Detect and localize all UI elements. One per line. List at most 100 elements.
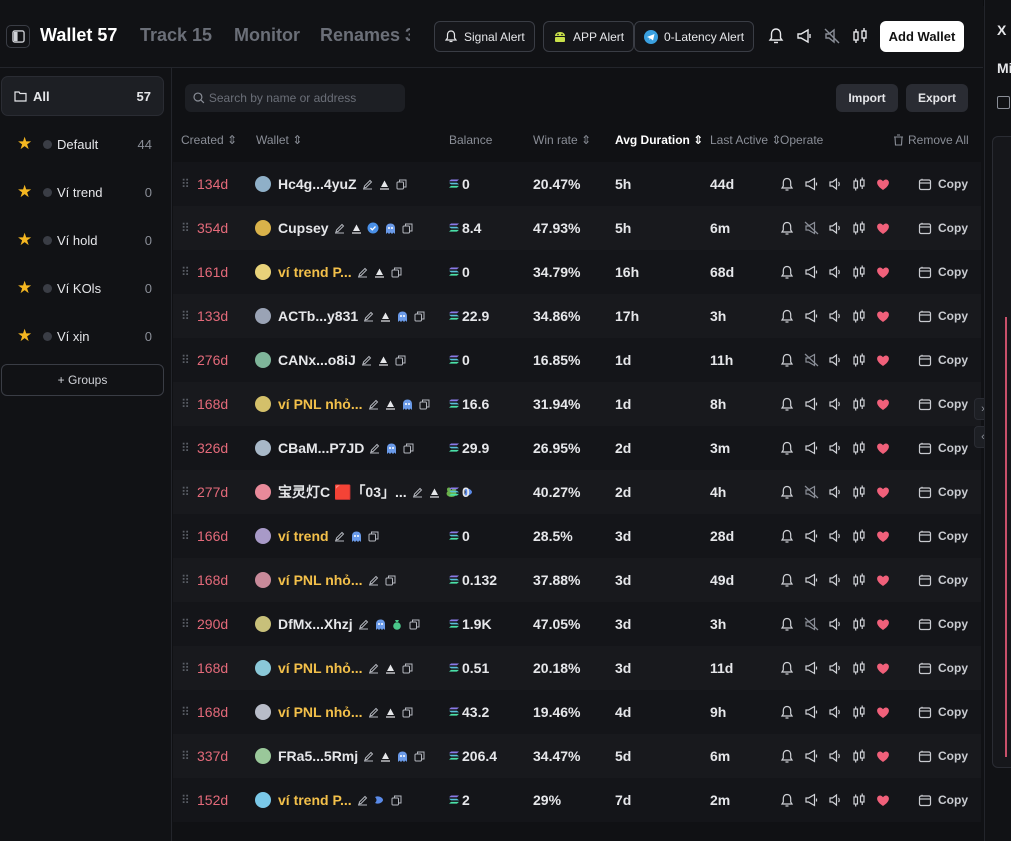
megaphone-icon[interactable] xyxy=(803,176,819,192)
heart-icon[interactable] xyxy=(875,308,891,324)
bell-icon[interactable] xyxy=(779,792,795,808)
wallet-name[interactable]: Cupsey xyxy=(278,220,329,236)
table-row[interactable]: ⠿ 168d ví PNL nhỏ... 0.51 20.18% 3d 11d Copy xyxy=(173,646,981,690)
candlestick-icon[interactable] xyxy=(851,528,867,544)
bell-icon[interactable] xyxy=(779,748,795,764)
copy-button[interactable]: Copy xyxy=(918,778,968,822)
wallet-cell[interactable]: ví PNL nhỏ... xyxy=(255,382,431,426)
table-row[interactable]: ⠿ 337d FRa5...5Rmj 206.4 34.47% 5d 6m Copy xyxy=(173,734,981,778)
wallet-cell[interactable]: 宝灵灯C 🟥「03」... xyxy=(255,470,475,514)
bell-icon[interactable] xyxy=(779,616,795,632)
copy-button[interactable]: Copy xyxy=(918,558,968,602)
star-icon[interactable]: ★ xyxy=(17,182,33,202)
speaker-icon[interactable] xyxy=(827,528,843,544)
wallet-cell[interactable]: ví PNL nhỏ... xyxy=(255,558,397,602)
sidebar-group-item[interactable]: ★ Ví trend 0 xyxy=(0,172,164,212)
copy-button[interactable]: Copy xyxy=(918,514,968,558)
star-icon[interactable]: ★ xyxy=(17,326,33,346)
wallet-name[interactable]: CANx...o8iJ xyxy=(278,352,356,368)
wallet-cell[interactable]: ACTb...y831 xyxy=(255,294,426,338)
heart-icon[interactable] xyxy=(875,792,891,808)
copy-address-icon[interactable] xyxy=(395,178,408,191)
copy-button[interactable]: Copy xyxy=(918,470,968,514)
candlestick-icon[interactable] xyxy=(851,616,867,632)
copy-address-icon[interactable] xyxy=(394,354,407,367)
candlestick-icon[interactable] xyxy=(851,352,867,368)
search-input[interactable] xyxy=(208,91,397,105)
copy-address-icon[interactable] xyxy=(402,442,415,455)
table-row[interactable]: ⠿ 152d ví trend P... 2 29% 7d 2m Copy xyxy=(173,778,981,822)
wallet-name[interactable]: DfMx...Xhzj xyxy=(278,616,353,632)
bell-icon[interactable] xyxy=(767,27,785,45)
table-row[interactable]: ⠿ 277d 宝灵灯C 🟥「03」... 0 40.27% 2d 4h Copy xyxy=(173,470,981,514)
add-wallet-button[interactable]: Add Wallet xyxy=(880,21,964,52)
header-win-rate[interactable]: Win rate ⇕ xyxy=(533,133,591,147)
export-button[interactable]: Export xyxy=(906,84,968,112)
drag-handle-icon[interactable]: ⠿ xyxy=(181,250,190,294)
copy-button[interactable]: Copy xyxy=(918,426,968,470)
signal-alert-button[interactable]: Signal Alert xyxy=(434,21,535,52)
table-row[interactable]: ⠿ 290d DfMx...Xhzj 1.9K 47.05% 3d 3h Copy xyxy=(173,602,981,646)
sidebar-group-item[interactable]: ★ Ví KOls 0 xyxy=(0,268,164,308)
copy-button[interactable]: Copy xyxy=(918,734,968,778)
megaphone-muted-icon[interactable] xyxy=(803,616,819,632)
speaker-icon[interactable] xyxy=(827,616,843,632)
copy-address-icon[interactable] xyxy=(401,222,414,235)
bell-icon[interactable] xyxy=(779,704,795,720)
bell-icon[interactable] xyxy=(779,352,795,368)
heart-icon[interactable] xyxy=(875,660,891,676)
megaphone-icon[interactable] xyxy=(795,27,813,45)
heart-icon[interactable] xyxy=(875,616,891,632)
wallet-cell[interactable]: ví trend P... xyxy=(255,778,403,822)
megaphone-icon[interactable] xyxy=(803,308,819,324)
wallet-name[interactable]: ví trend P... xyxy=(278,264,352,280)
tab-renames[interactable]: Renames 3 xyxy=(320,25,410,46)
drag-handle-icon[interactable]: ⠿ xyxy=(181,382,190,426)
wallet-name[interactable]: ví trend xyxy=(278,528,329,544)
mute-icon[interactable] xyxy=(823,27,841,45)
bell-icon[interactable] xyxy=(779,396,795,412)
copy-address-icon[interactable] xyxy=(390,794,403,807)
candlestick-icon[interactable] xyxy=(851,264,867,280)
speaker-icon[interactable] xyxy=(827,704,843,720)
candlestick-icon[interactable] xyxy=(851,484,867,500)
sidebar-item-all[interactable]: All 57 xyxy=(1,76,164,116)
bell-icon[interactable] xyxy=(779,660,795,676)
megaphone-icon[interactable] xyxy=(803,572,819,588)
sidebar-toggle-button[interactable] xyxy=(6,25,30,48)
drag-handle-icon[interactable]: ⠿ xyxy=(181,338,190,382)
star-icon[interactable]: ★ xyxy=(17,134,33,154)
drag-handle-icon[interactable]: ⠿ xyxy=(181,646,190,690)
header-created[interactable]: Created ⇕ xyxy=(181,133,237,147)
speaker-icon[interactable] xyxy=(827,748,843,764)
wallet-cell[interactable]: ví trend xyxy=(255,514,380,558)
drag-handle-icon[interactable]: ⠿ xyxy=(181,206,190,250)
heart-icon[interactable] xyxy=(875,704,891,720)
app-alert-button[interactable]: APP Alert xyxy=(543,21,635,52)
header-avg-duration[interactable]: Avg Duration ⇕ xyxy=(615,133,703,147)
copy-address-icon[interactable] xyxy=(390,266,403,279)
drag-handle-icon[interactable]: ⠿ xyxy=(181,690,190,734)
wallet-name[interactable]: ví PNL nhỏ... xyxy=(278,704,363,720)
copy-address-icon[interactable] xyxy=(384,574,397,587)
heart-icon[interactable] xyxy=(875,748,891,764)
megaphone-icon[interactable] xyxy=(803,528,819,544)
copy-button[interactable]: Copy xyxy=(918,690,968,734)
drag-handle-icon[interactable]: ⠿ xyxy=(181,734,190,778)
wallet-name[interactable]: 宝灵灯C 🟥「03」... xyxy=(278,482,407,502)
tab-track[interactable]: Track 15 xyxy=(140,25,212,46)
tab-wallet[interactable]: Wallet 57 xyxy=(40,25,117,46)
drag-handle-icon[interactable]: ⠿ xyxy=(181,778,190,822)
edit-icon[interactable] xyxy=(333,530,346,543)
edit-icon[interactable] xyxy=(368,442,381,455)
heart-icon[interactable] xyxy=(875,176,891,192)
candlestick-icon[interactable] xyxy=(851,176,867,192)
candlestick-icon[interactable] xyxy=(851,792,867,808)
edit-icon[interactable] xyxy=(356,794,369,807)
megaphone-icon[interactable] xyxy=(803,396,819,412)
copy-button[interactable]: Copy xyxy=(918,382,968,426)
speaker-icon[interactable] xyxy=(827,484,843,500)
sidebar-group-item[interactable]: ★ Default 44 xyxy=(0,124,164,164)
wallet-cell[interactable]: CBaM...P7JD xyxy=(255,426,415,470)
wallet-cell[interactable]: FRa5...5Rmj xyxy=(255,734,426,778)
